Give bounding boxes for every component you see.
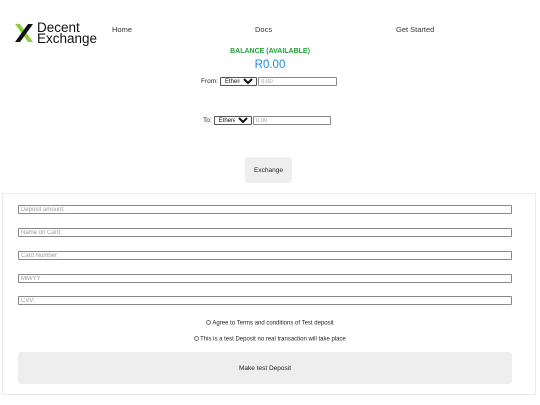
from-label: From: <box>201 78 218 85</box>
nav-home-link[interactable]: Home <box>112 25 132 34</box>
balance-label: BALANCE (AVAILABLE) <box>230 48 310 55</box>
from-currency-select[interactable]: Ethereum <box>219 77 257 86</box>
make-test-deposit-button[interactable]: Make test Deposit <box>18 352 512 384</box>
from-amount-input[interactable] <box>257 77 337 86</box>
logo-wordmark: Decent Exchange <box>37 21 98 46</box>
balance-value: R0.00 <box>254 59 286 71</box>
terms-checkbox[interactable] <box>206 320 212 325</box>
to-row: To: Ethereum <box>203 116 331 125</box>
logo-line-2: Exchange <box>37 31 98 46</box>
exchange-button[interactable]: Exchange <box>245 157 292 183</box>
nav-get-started-link[interactable]: Get Started <box>396 25 434 34</box>
test-notice-label: This is a test Deposit no real transacti… <box>200 336 346 343</box>
test-notice-checkbox-row[interactable]: This is a test Deposit no real transacti… <box>3 336 537 343</box>
terms-label: Agree to Terms and conditions of Test de… <box>212 320 334 327</box>
nav-docs-link[interactable]: Docs <box>255 25 272 34</box>
card-number-input[interactable] <box>18 251 512 260</box>
terms-checkbox-row[interactable]: Agree to Terms and conditions of Test de… <box>3 320 537 327</box>
to-amount-input[interactable] <box>252 116 331 125</box>
expiry-input[interactable] <box>18 274 512 283</box>
cvv-input[interactable] <box>18 296 512 305</box>
x-logo-icon <box>15 24 33 42</box>
deposit-form: Agree to Terms and conditions of Test de… <box>2 193 536 395</box>
name-on-card-input[interactable] <box>18 228 512 237</box>
to-currency-select[interactable]: Ethereum <box>213 116 252 125</box>
test-notice-checkbox[interactable] <box>194 336 200 341</box>
brand-logo[interactable]: Decent Exchange <box>13 21 97 46</box>
to-label: To: <box>203 117 212 124</box>
from-row: From: Ethereum <box>201 77 337 86</box>
deposit-amount-input[interactable] <box>18 205 512 214</box>
